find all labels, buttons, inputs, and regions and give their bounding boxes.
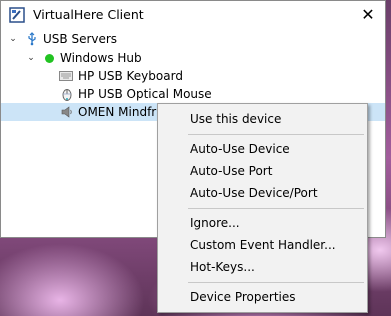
menu-separator: [188, 208, 364, 209]
menu-item-hot-keys[interactable]: Hot-Keys...: [160, 256, 365, 278]
tree-node-label: HP USB Optical Mouse: [78, 87, 212, 101]
menu-item-device-properties[interactable]: Device Properties: [160, 286, 365, 308]
chevron-down-icon[interactable]: ⌄: [8, 30, 18, 48]
tree-node-label: Windows Hub: [60, 51, 142, 65]
speaker-icon: [61, 106, 72, 118]
close-icon: ✕: [361, 4, 375, 24]
usb-icon: [28, 32, 36, 46]
tree-node-label: HP USB Keyboard: [78, 69, 183, 83]
menu-separator: [188, 134, 364, 135]
hub-status-icon: [45, 54, 54, 63]
tree-node-device[interactable]: HP USB Optical Mouse: [1, 85, 385, 103]
window-title: VirtualHere Client: [33, 7, 144, 22]
menu-item-custom-event-handler[interactable]: Custom Event Handler...: [160, 234, 365, 256]
tree-node-usb-servers[interactable]: ⌄ USB Servers: [1, 30, 385, 48]
title-bar[interactable]: VirtualHere Client ✕: [1, 1, 385, 29]
close-button[interactable]: ✕: [355, 2, 381, 26]
chevron-down-icon[interactable]: ⌄: [26, 49, 36, 67]
tree-node-label: OMEN Mindfra: [78, 105, 164, 119]
context-menu: Use this device Auto-Use Device Auto-Use…: [157, 103, 368, 313]
menu-item-auto-use-port[interactable]: Auto-Use Port: [160, 160, 365, 182]
menu-separator: [188, 282, 364, 283]
menu-item-ignore[interactable]: Ignore...: [160, 212, 365, 234]
keyboard-icon: [59, 71, 73, 81]
tree-node-label: USB Servers: [43, 32, 118, 46]
tree-node-windows-hub[interactable]: ⌄ Windows Hub: [1, 49, 385, 67]
virtualhere-app-icon: [9, 7, 25, 23]
mouse-icon: [62, 89, 72, 101]
tree-node-device[interactable]: HP USB Keyboard: [1, 67, 385, 85]
menu-item-use-this-device[interactable]: Use this device: [160, 108, 365, 130]
menu-item-auto-use-device[interactable]: Auto-Use Device: [160, 138, 365, 160]
menu-item-auto-use-device-port[interactable]: Auto-Use Device/Port: [160, 182, 365, 204]
